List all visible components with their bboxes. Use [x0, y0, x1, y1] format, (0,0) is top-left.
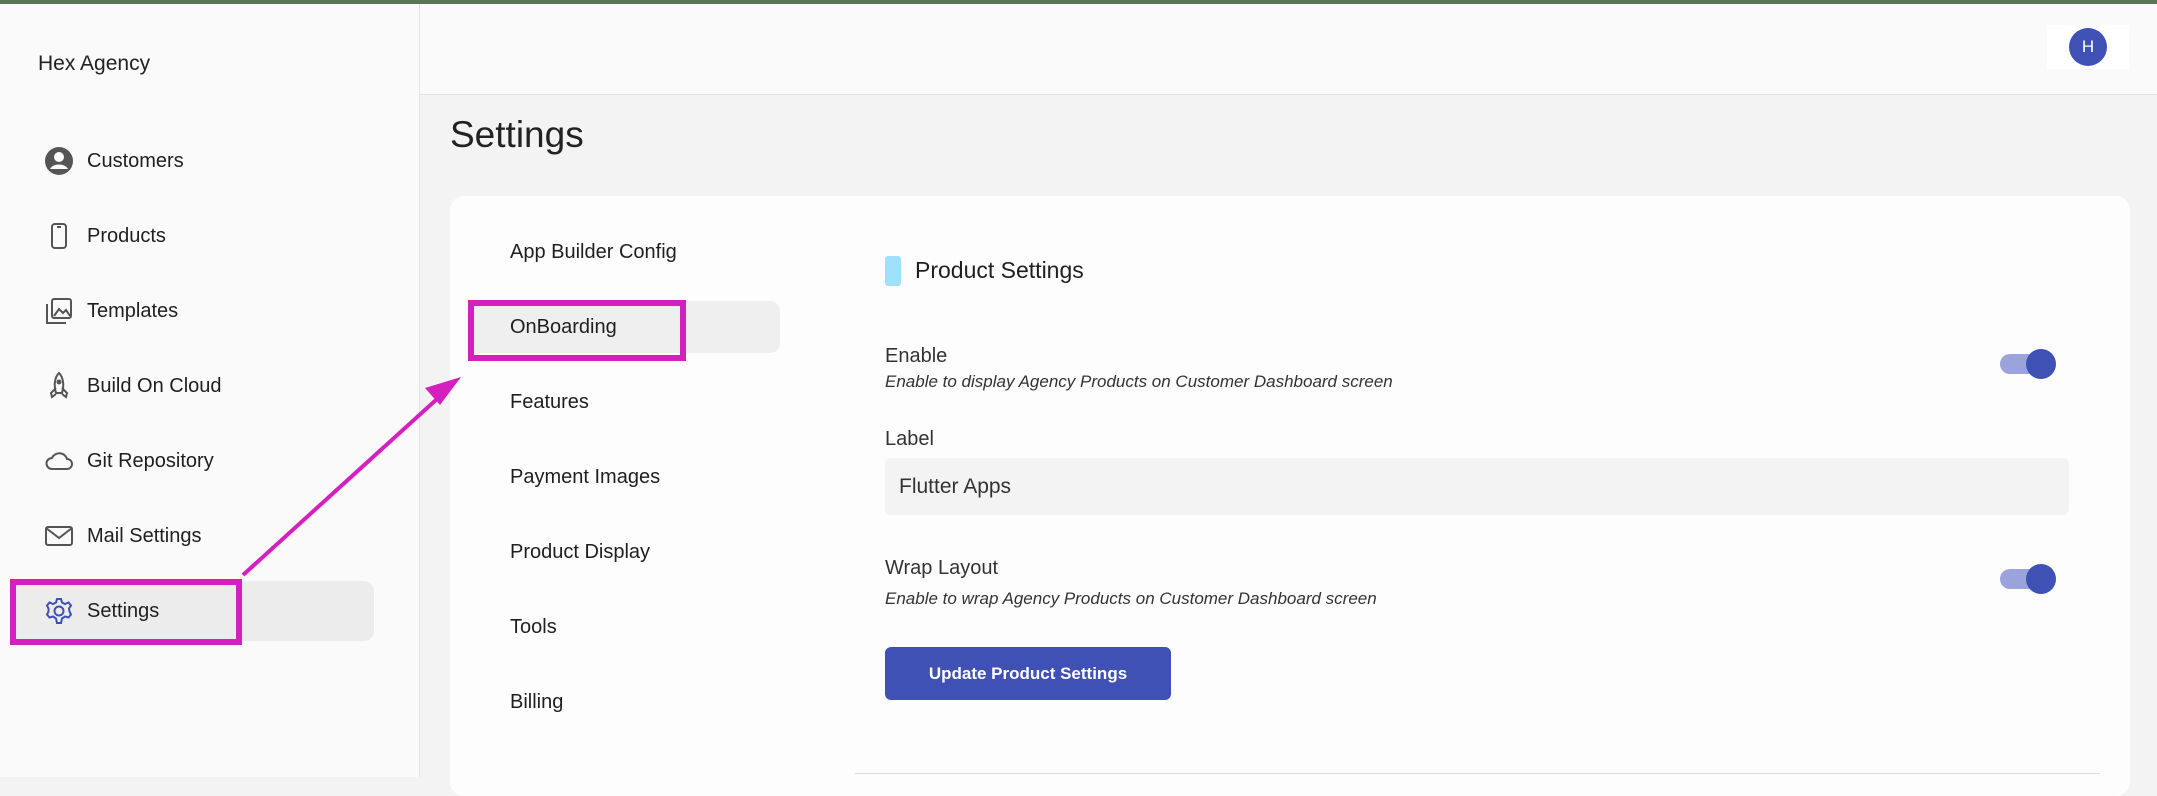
sidebar-item-products[interactable]: Products [10, 206, 374, 266]
tab-label: App Builder Config [510, 240, 677, 263]
wrap-layout-label: Wrap Layout [885, 557, 999, 579]
tab-label: Product Display [510, 540, 651, 563]
sidebar-item-label: Git Repository [87, 449, 214, 472]
account-circle-icon [44, 146, 74, 176]
tab-product-display[interactable]: Product Display [470, 526, 780, 578]
sidebar-item-build-on-cloud[interactable]: Build On Cloud [10, 356, 374, 416]
highlight-box-settings [10, 579, 242, 645]
sidebar-item-label: Customers [87, 149, 184, 172]
highlight-box-onboarding [468, 300, 686, 361]
tab-label: Tools [510, 615, 557, 638]
sidebar-item-label: Build On Cloud [87, 374, 222, 397]
section-marker [885, 256, 901, 286]
enable-toggle[interactable] [2000, 349, 2056, 379]
tab-features[interactable]: Features [470, 376, 780, 428]
sidebar-item-git-repository[interactable]: Git Repository [10, 431, 374, 491]
wrap-layout-toggle[interactable] [2000, 564, 2056, 594]
tab-app-builder-config[interactable]: App Builder Config [470, 226, 780, 278]
label-field-label: Label [885, 428, 934, 450]
toggle-knob [2026, 349, 2056, 379]
sidebar-item-templates[interactable]: Templates [10, 281, 374, 341]
tab-billing[interactable]: Billing [470, 676, 780, 728]
tab-label: Features [510, 390, 589, 413]
tab-label: Payment Images [510, 465, 661, 488]
update-product-settings-button[interactable]: Update Product Settings [885, 647, 1171, 700]
mail-icon [44, 521, 74, 551]
brand-name: Hex Agency [38, 52, 151, 75]
wrap-layout-hint: Enable to wrap Agency Products on Custom… [885, 589, 1377, 608]
sidebar-item-label: Products [87, 224, 166, 247]
phone-icon [44, 221, 74, 251]
top-header [420, 4, 2157, 95]
tab-tools[interactable]: Tools [470, 601, 780, 653]
sidebar-item-mail-settings[interactable]: Mail Settings [10, 506, 374, 566]
enable-label: Enable [885, 345, 948, 367]
tab-label: Billing [510, 690, 564, 713]
enable-hint: Enable to display Agency Products on Cus… [885, 372, 1393, 391]
label-input[interactable] [885, 458, 2069, 515]
toggle-knob [2026, 564, 2056, 594]
section-title: Product Settings [915, 257, 1084, 283]
templates-icon [44, 296, 74, 326]
sidebar-item-label: Templates [87, 299, 179, 322]
avatar[interactable]: H [2069, 28, 2107, 66]
page-title: Settings [450, 114, 584, 155]
user-menu[interactable]: H [2047, 25, 2129, 69]
divider [855, 773, 2100, 774]
cloud-icon [44, 446, 74, 476]
tab-payment-images[interactable]: Payment Images [470, 451, 780, 503]
rocket-icon [44, 371, 74, 401]
sidebar-item-customers[interactable]: Customers [10, 131, 374, 191]
sidebar-item-label: Mail Settings [87, 524, 202, 547]
